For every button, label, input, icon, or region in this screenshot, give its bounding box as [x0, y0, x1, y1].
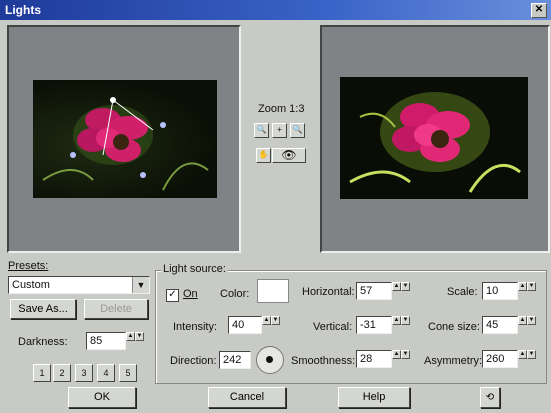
lit-flower-graphic [349, 92, 521, 193]
asymmetry-field[interactable]: 260 [482, 350, 518, 368]
asymmetry-label: Asymmetry: [424, 355, 483, 367]
flower-graphic [42, 97, 209, 191]
zoom-reset-icon[interactable]: + [272, 123, 287, 138]
presets-label: Presets: [8, 260, 49, 272]
preview-eye-icon[interactable]: 👁 [272, 148, 306, 163]
title-bar[interactable]: Lights ✕ [0, 0, 551, 20]
color-label: Color: [220, 288, 250, 300]
before-image[interactable] [33, 80, 217, 198]
save-as-button[interactable]: Save As... [10, 299, 76, 319]
scale-label: Scale: [447, 286, 478, 298]
window-title: Lights [5, 3, 41, 17]
light-button-4[interactable]: 4 [97, 364, 115, 382]
delete-label: Delete [100, 303, 132, 315]
smoothness-field[interactable]: 28 [356, 350, 392, 368]
cone-size-field[interactable]: 45 [482, 316, 518, 334]
reset-icon[interactable]: ⟲ [480, 387, 500, 408]
light-button-5[interactable]: 5 [119, 364, 137, 382]
scale-field[interactable]: 10 [482, 282, 518, 300]
asymmetry-spinner[interactable]: ▲ ▼ [518, 350, 538, 368]
color-swatch[interactable] [257, 279, 289, 303]
cancel-button[interactable]: Cancel [208, 387, 286, 408]
after-image [340, 77, 528, 199]
presets-dropdown[interactable]: Custom ▼ [8, 276, 150, 294]
on-checkbox[interactable]: ✓ [166, 289, 179, 302]
vertical-field[interactable]: -31 [356, 316, 392, 334]
help-label: Help [362, 391, 386, 403]
ok-label: OK [94, 391, 110, 403]
darkness-field[interactable]: 85 [86, 332, 126, 350]
smoothness-spinner[interactable]: ▲ ▼ [392, 350, 412, 368]
cone-size-label: Cone size: [428, 321, 480, 333]
light-source-legend: Light source: [161, 263, 228, 275]
help-button[interactable]: Help [338, 387, 410, 408]
cone-size-spinner[interactable]: ▲ ▼ [518, 316, 538, 334]
scale-spinner[interactable]: ▲ ▼ [518, 282, 538, 300]
light-button-2[interactable]: 2 [53, 364, 71, 382]
smoothness-label: Smoothness: [291, 355, 356, 367]
vertical-label: Vertical: [313, 321, 353, 333]
vertical-spinner[interactable]: ▲ ▼ [392, 316, 412, 334]
cancel-label: Cancel [229, 391, 265, 403]
presets-selected: Custom [12, 279, 50, 291]
close-icon[interactable]: ✕ [531, 3, 547, 18]
horizontal-spinner[interactable]: ▲ ▼ [392, 282, 412, 300]
direction-dial[interactable] [256, 346, 284, 374]
save-as-label: Save As... [18, 303, 68, 315]
intensity-spinner[interactable]: ▲ ▼ [262, 316, 282, 334]
pan-icon[interactable]: ✋ [256, 148, 271, 163]
zoom-out-icon[interactable]: 🔍 [290, 123, 305, 138]
delete-button[interactable]: Delete [84, 299, 148, 319]
before-preview-panel[interactable] [7, 25, 241, 253]
direction-field[interactable]: 242 [219, 351, 251, 369]
light-button-3[interactable]: 3 [75, 364, 93, 382]
lights-dialog: Lights ✕ Zoom 1:3 🔍 + 🔍 ✋ 👁 Presets: Cus… [0, 0, 551, 413]
zoom-in-icon[interactable]: 🔍 [254, 123, 269, 138]
horizontal-field[interactable]: 57 [356, 282, 392, 300]
intensity-field[interactable]: 40 [228, 316, 262, 334]
zoom-label: Zoom 1:3 [258, 103, 305, 115]
on-label: On [183, 288, 198, 300]
after-preview-panel [320, 25, 550, 253]
intensity-label: Intensity: [173, 321, 218, 333]
darkness-label: Darkness: [18, 336, 68, 348]
direction-label: Direction: [170, 355, 217, 367]
light-button-1[interactable]: 1 [33, 364, 51, 382]
ok-button[interactable]: OK [68, 387, 136, 408]
darkness-spinner[interactable]: ▲ ▼ [126, 332, 146, 350]
horizontal-label: Horizontal: [302, 286, 355, 298]
chevron-down-icon[interactable]: ▼ [132, 277, 149, 293]
